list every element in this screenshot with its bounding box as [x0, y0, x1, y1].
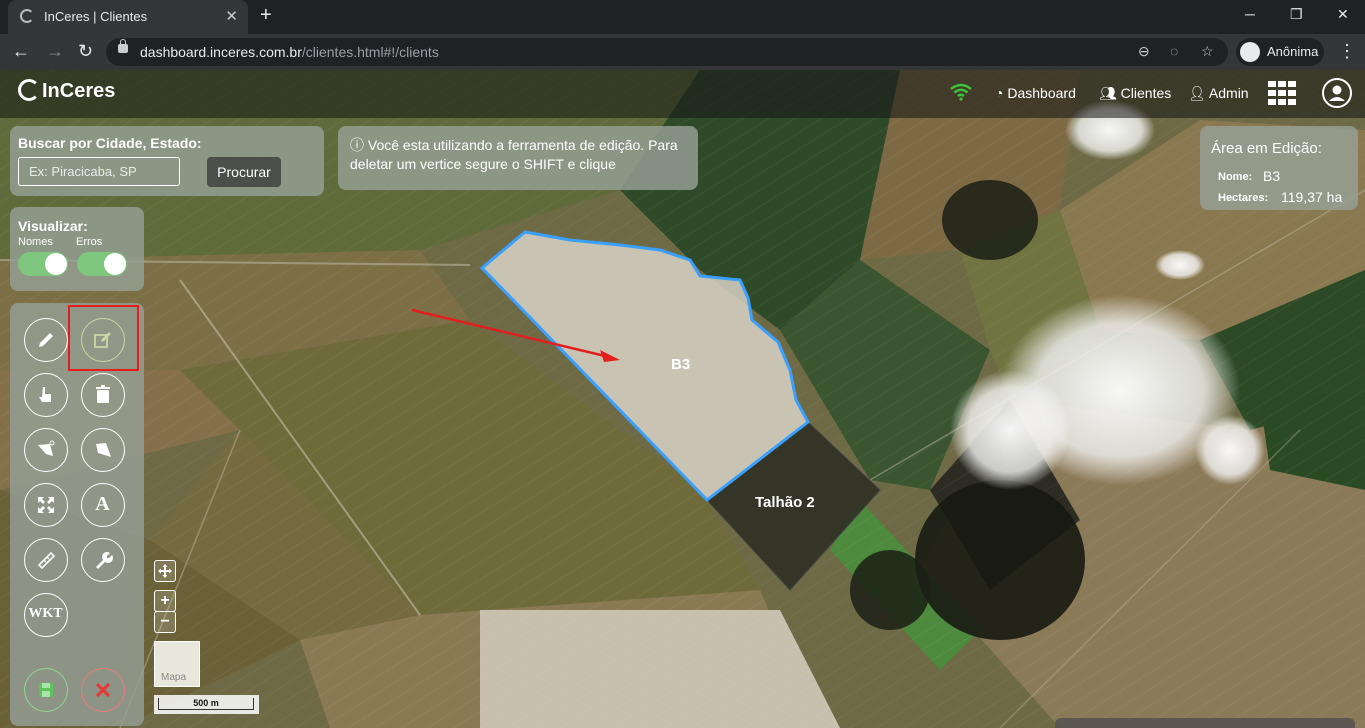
- minimize-window-icon[interactable]: ─: [1245, 6, 1255, 22]
- apps-grid-icon[interactable]: [1268, 81, 1298, 105]
- bookmark-star-icon[interactable]: ☆: [1201, 43, 1214, 60]
- url-text: dashboard.inceres.com.br/clientes.html#!…: [140, 44, 439, 60]
- bottom-drawer-handle[interactable]: [1055, 718, 1355, 728]
- dashboard-gauge-icon: ◔: [995, 85, 1004, 101]
- save-button[interactable]: [24, 668, 68, 712]
- zoom-extent-button[interactable]: [24, 483, 68, 527]
- wrench-icon: [96, 552, 113, 569]
- users-icon: 👥︎: [1099, 85, 1117, 101]
- browser-tab[interactable]: InCeres | Clientes ✕: [8, 0, 248, 34]
- nav-clients[interactable]: 👥︎ Clientes: [1099, 85, 1171, 102]
- close-tab-icon[interactable]: ✕: [225, 7, 238, 25]
- close-window-icon[interactable]: ✕: [1337, 6, 1349, 23]
- text-tool-icon: A: [95, 493, 110, 515]
- edit-info-message: ⓘ Você esta utilizando a ferramenta de e…: [350, 137, 678, 172]
- ruler-icon: [37, 551, 56, 570]
- address-bar[interactable]: dashboard.inceres.com.br/clientes.html#!…: [106, 38, 1228, 66]
- zoom-in-button[interactable]: +: [154, 590, 176, 612]
- polygon-label-talhao-2: Talhão 2: [755, 494, 815, 511]
- inceres-logo[interactable]: InCeres: [18, 79, 115, 103]
- nav-admin[interactable]: 👤︎ Admin: [1188, 85, 1249, 102]
- back-icon[interactable]: ←: [12, 41, 30, 62]
- browser-tab-title: InCeres | Clientes: [44, 9, 148, 24]
- user-plus-icon: 👤︎: [1188, 85, 1206, 101]
- search-label: Buscar por Cidade, Estado:: [18, 135, 202, 151]
- errors-toggle-label: Erros: [76, 236, 103, 248]
- lock-icon: [118, 39, 128, 53]
- move-arrows-icon: [158, 564, 172, 578]
- cancel-button[interactable]: [81, 668, 125, 712]
- cut-polygon-button[interactable]: [24, 428, 68, 472]
- zoom-out-button[interactable]: −: [154, 611, 176, 633]
- inceres-favicon-icon: [20, 9, 34, 23]
- visualize-title: Visualizar:: [18, 218, 88, 234]
- area-name-value: B3: [1263, 168, 1281, 184]
- visualize-panel: Visualizar: Nomes Erros: [10, 207, 144, 291]
- forward-icon[interactable]: →: [46, 41, 64, 62]
- incognito-icon: [1240, 42, 1260, 62]
- browser-tab-bar: InCeres | Clientes ✕ + ─ ❐ ✕: [0, 0, 1365, 34]
- polygon-label-b3: B3: [671, 356, 691, 373]
- area-hectares-value: 119,37 ha: [1281, 189, 1343, 205]
- errors-toggle[interactable]: [77, 252, 127, 276]
- trash-icon: [96, 385, 110, 403]
- search-panel: Buscar por Cidade, Estado: Procurar: [10, 126, 324, 196]
- pencil-icon: [39, 333, 53, 347]
- close-x-icon: [95, 682, 111, 698]
- map-viewport[interactable]: B3 Talhão 2 InCeres ◔ Dashboard 👥︎ Clien…: [0, 70, 1365, 728]
- wifi-icon: [950, 83, 972, 101]
- zoom-icon[interactable]: ⊖: [1138, 43, 1150, 60]
- select-hand-button[interactable]: [24, 373, 68, 417]
- basemap-label: Mapa: [161, 672, 187, 683]
- wkt-import-button[interactable]: WKT: [24, 593, 68, 637]
- edit-info-panel: ⓘ Você esta utilizando a ferramenta de e…: [338, 126, 698, 190]
- polygon-cut-icon: [38, 440, 55, 456]
- search-input[interactable]: [18, 157, 180, 186]
- draw-shape-button[interactable]: [81, 428, 125, 472]
- inceres-logo-icon: [18, 79, 40, 101]
- nav-dashboard[interactable]: ◔ Dashboard: [995, 85, 1076, 101]
- profile-label: Anônima: [1267, 44, 1319, 59]
- reload-icon[interactable]: ↻: [78, 41, 93, 62]
- scale-bar: 500 m: [154, 695, 259, 714]
- tracking-blocked-icon[interactable]: ◌: [1170, 43, 1178, 59]
- measure-button[interactable]: [24, 538, 68, 582]
- wkt-tool-icon: WKT: [28, 606, 63, 621]
- app-navbar: InCeres ◔ Dashboard 👥︎ Clientes 👤︎ Admin: [0, 70, 1365, 118]
- names-toggle-label: Nomes: [18, 236, 53, 248]
- names-toggle[interactable]: [18, 252, 68, 276]
- area-name-label: Nome:: [1218, 171, 1253, 183]
- expand-arrows-icon: [38, 497, 54, 513]
- restore-window-icon[interactable]: ❐: [1290, 6, 1303, 23]
- search-button[interactable]: Procurar: [207, 157, 281, 187]
- incognito-profile[interactable]: Anônima: [1236, 38, 1324, 66]
- help-circle-icon: ⓘ: [350, 137, 364, 153]
- scale-label: 500 m: [158, 698, 254, 710]
- polygon-shape-icon: [96, 443, 111, 457]
- delete-button[interactable]: [81, 373, 125, 417]
- annotation-highlight-box: [68, 305, 139, 371]
- basemap-switcher[interactable]: Mapa: [154, 641, 200, 687]
- hand-pointer-icon: [39, 387, 51, 402]
- area-editing-panel: Área em Edição: Nome: B3 Hectares: 119,3…: [1200, 126, 1358, 210]
- browser-menu-icon[interactable]: ⋮: [1338, 41, 1356, 62]
- browser-toolbar: ← → ↻ dashboard.inceres.com.br/clientes.…: [0, 34, 1365, 70]
- floppy-save-icon: [39, 683, 53, 697]
- settings-wrench-button[interactable]: [81, 538, 125, 582]
- pan-move-button[interactable]: [154, 560, 176, 582]
- user-account-icon[interactable]: [1322, 78, 1352, 108]
- draw-pencil-button[interactable]: [24, 318, 68, 362]
- text-tool-button[interactable]: A: [81, 483, 125, 527]
- new-tab-icon[interactable]: +: [260, 4, 272, 27]
- area-editing-title: Área em Edição:: [1211, 140, 1322, 157]
- area-hectares-label: Hectares:: [1218, 192, 1269, 204]
